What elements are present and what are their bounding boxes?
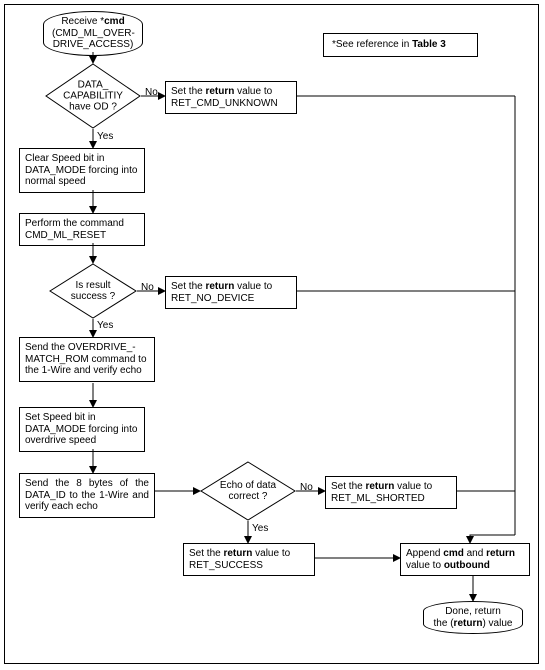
r1-m: value to (234, 86, 272, 97)
box-perform-reset: Perform the command CMD_ML_RESET (19, 213, 145, 246)
box-append-outbound: Append cmd and return value to outbound (400, 543, 530, 576)
done-terminator: Done, return the (return) value (423, 601, 523, 634)
r2-p: Set the (171, 281, 205, 292)
r1-p: Set the (171, 86, 205, 97)
note-table-ref: Table 3 (412, 39, 446, 50)
r1-v: RET_CMD_UNKNOWN (171, 98, 278, 109)
d1-yes: Yes (97, 131, 113, 142)
d2-yes: Yes (97, 320, 113, 331)
r3-v: RET_ML_SHORTED (331, 493, 425, 504)
ap-out: outbound (444, 560, 490, 571)
r1-r: return (205, 86, 234, 97)
done-l1: Done, return (445, 606, 501, 617)
box-ret-cmd-unknown: Set the return value to RET_CMD_UNKNOWN (165, 81, 297, 114)
r2-m: value to (234, 281, 272, 292)
start-l3: DRIVE_ACCESS) (53, 39, 134, 50)
r4-v: RET_SUCCESS (189, 560, 263, 571)
d3-no: No (300, 482, 313, 493)
ap-t3: value to (406, 560, 444, 571)
r4-r: return (223, 548, 252, 559)
start-l1p: Receive * (61, 16, 104, 27)
box-ret-success: Set the return value to RET_SUCCESS (183, 543, 315, 576)
r4-m: value to (252, 548, 290, 559)
start-l1b: cmd (104, 16, 125, 27)
d1-no: No (145, 87, 158, 98)
done-ret: return (454, 618, 483, 629)
decision-echo-correct: Echo of data correct ? (200, 461, 296, 521)
ap-t1: Append (406, 548, 443, 559)
r3-p: Set the (331, 481, 365, 492)
done-l2b: ) value (482, 618, 512, 629)
start-terminator: Receive *cmd (CMD_ML_OVER- DRIVE_ACCESS) (43, 11, 143, 56)
box-ret-ml-shorted: Set the return value to RET_ML_SHORTED (325, 476, 457, 509)
decision-data-capability: DATA_ CAPABILITIY have OD ? (45, 63, 141, 129)
ap-cmd: cmd (443, 548, 464, 559)
r2-v: RET_NO_DEVICE (171, 293, 254, 304)
ap-ret: return (486, 548, 515, 559)
d2-label: Is result success ? (58, 280, 128, 302)
d1-label: DATA_ CAPABILITIY have OD ? (55, 80, 132, 113)
box-send-8-bytes: Send the 8 bytes of the DATA_ID to the 1… (19, 473, 155, 518)
note-text: *See reference in (332, 39, 412, 50)
ap-t2: and (464, 548, 486, 559)
d3-yes: Yes (252, 523, 268, 534)
r4-p: Set the (189, 548, 223, 559)
r3-r: return (365, 481, 394, 492)
box-ret-no-device: Set the return value to RET_NO_DEVICE (165, 276, 297, 309)
box-set-speed-overdrive: Set Speed bit in DATA_MODE forcing into … (19, 407, 145, 452)
start-l2: (CMD_ML_OVER- (52, 28, 135, 39)
box-clear-speed: Clear Speed bit in DATA_MODE forcing int… (19, 148, 145, 193)
done-l2a: the ( (434, 618, 454, 629)
note-box: *See reference in Table 3 (323, 33, 478, 57)
diagram-frame: *See reference in Table 3 Receive *cmd (… (4, 4, 539, 664)
d2-no: No (141, 282, 154, 293)
r3-m: value to (394, 481, 432, 492)
box-send-overdrive-match: Send the OVERDRIVE_- MATCH_ROM command t… (19, 337, 155, 382)
r2-r: return (205, 281, 234, 292)
d3-label: Echo of data correct ? (210, 480, 287, 502)
decision-result-success: Is result success ? (49, 263, 137, 319)
